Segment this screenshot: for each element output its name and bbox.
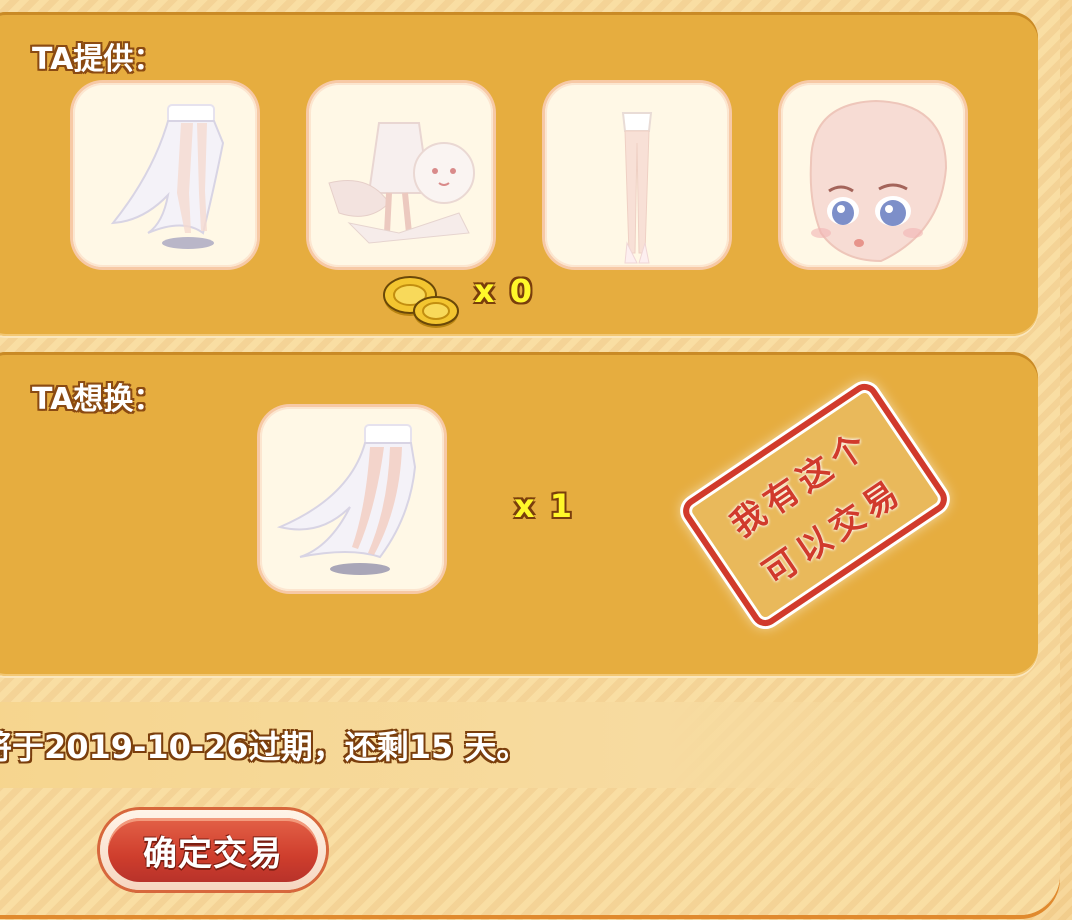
offer-item-skirt[interactable] [73, 83, 257, 267]
want-item-count: x 1 [514, 487, 575, 525]
want-item-skirt[interactable] [260, 407, 444, 591]
skirt-icon [276, 424, 417, 575]
face-head-icon [809, 99, 948, 263]
expiry-text: 将于2019-10-26过期，还剩15 天。 [0, 728, 529, 766]
offer-item-face[interactable] [781, 83, 965, 267]
want-panel-title: TA想换： [32, 382, 164, 417]
coin-icon [383, 276, 459, 328]
offer-item-outfit-set[interactable] [309, 83, 493, 267]
body-legs-icon [621, 112, 653, 264]
confirm-trade-button[interactable]: 确定交易 [100, 810, 326, 890]
skirt-icon [110, 104, 225, 249]
outfit-set-icon [328, 122, 475, 244]
coin-count: x 0 [474, 272, 535, 310]
offer-panel-title: TA提供： [32, 42, 164, 77]
offer-item-body[interactable] [545, 83, 729, 267]
confirm-trade-label: 确定交易 [143, 833, 283, 874]
confirm-trade-button-face[interactable]: 确定交易 [108, 818, 318, 882]
